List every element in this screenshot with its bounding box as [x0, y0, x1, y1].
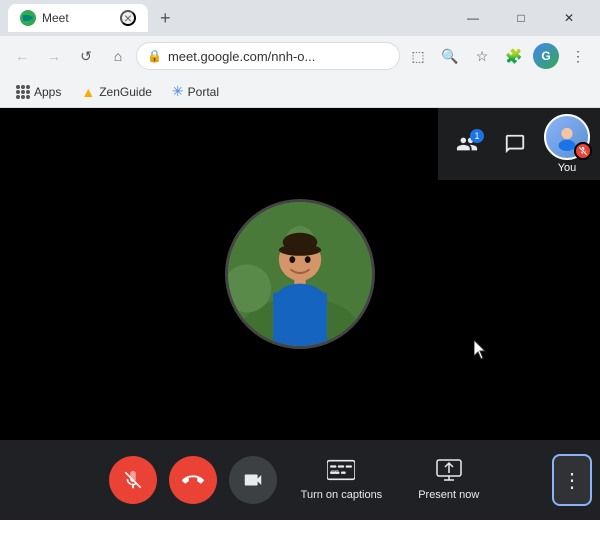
forward-button[interactable]: →	[40, 42, 68, 70]
participants-badge: 1	[470, 129, 484, 143]
bookmarks-bar: Apps ▲ ZenGuide ✳ Portal	[0, 76, 600, 108]
you-muted-icon	[574, 142, 592, 160]
camera-icon	[242, 469, 264, 491]
camera-button[interactable]	[229, 456, 277, 504]
zenguide-icon: ▲	[81, 84, 95, 100]
url-text: meet.google.com/nnh-o...	[168, 49, 389, 64]
new-tab-button[interactable]: +	[156, 8, 175, 29]
home-button[interactable]: ⌂	[104, 42, 132, 70]
window-controls: — □ ✕	[450, 4, 592, 32]
bookmark-zenguide[interactable]: ▲ ZenGuide	[73, 80, 160, 104]
tab-label: Meet	[42, 11, 114, 25]
bookmark-apps[interactable]: Apps	[8, 80, 69, 104]
profile-button[interactable]: G	[532, 42, 560, 70]
you-tile: You	[544, 114, 590, 174]
chrome-menu-button[interactable]: ⋮	[564, 42, 592, 70]
control-bar: CC Turn on captions Present now ⋮	[0, 440, 600, 520]
apps-grid-icon	[16, 85, 30, 99]
back-button[interactable]: ←	[8, 42, 36, 70]
hangup-icon	[182, 469, 204, 491]
extensions-icon-button[interactable]: 🧩	[500, 42, 528, 70]
minimize-button[interactable]: —	[450, 4, 496, 32]
profile-avatar: G	[533, 43, 559, 69]
participants-button[interactable]: 1	[448, 127, 486, 161]
mute-button[interactable]	[109, 456, 157, 504]
nav-bar: ← → ↺ ⌂ 🔒 meet.google.com/nnh-o... ⬚ 🔍 ☆…	[0, 36, 600, 76]
star-icon-button[interactable]: ☆	[468, 42, 496, 70]
cast-icon-button[interactable]: ⬚	[404, 42, 432, 70]
captions-icon: CC	[327, 459, 355, 487]
apps-label: Apps	[34, 85, 61, 99]
chat-button[interactable]	[496, 127, 534, 161]
present-label: Present now	[418, 489, 479, 501]
lock-icon: 🔒	[147, 49, 162, 63]
avatar-inner	[228, 202, 372, 346]
svg-text:CC: CC	[331, 470, 339, 476]
meet-video-area: 1	[0, 108, 600, 440]
reload-button[interactable]: ↺	[72, 42, 100, 70]
captions-button[interactable]: CC Turn on captions	[289, 455, 395, 505]
meet-top-panel: 1	[438, 108, 600, 180]
tab-close-button[interactable]: ×	[120, 10, 136, 26]
present-icon	[436, 459, 462, 487]
more-icon: ⋮	[562, 468, 582, 493]
present-button[interactable]: Present now	[406, 455, 491, 505]
tab-favicon	[20, 10, 36, 26]
close-button[interactable]: ✕	[546, 4, 592, 32]
portal-label: Portal	[188, 85, 219, 99]
active-tab[interactable]: Meet ×	[8, 4, 148, 32]
you-avatar-wrapper	[544, 114, 590, 160]
captions-label: Turn on captions	[301, 489, 383, 501]
portal-icon: ✳	[172, 83, 184, 100]
zenguide-label: ZenGuide	[99, 85, 152, 99]
maximize-button[interactable]: □	[498, 4, 544, 32]
cursor	[474, 340, 490, 360]
you-label: You	[558, 162, 577, 174]
tab-bar: Meet × +	[8, 4, 175, 32]
bookmark-portal[interactable]: ✳ Portal	[164, 80, 227, 104]
title-bar: Meet × + — □ ✕	[0, 0, 600, 36]
zoom-icon-button[interactable]: 🔍	[436, 42, 464, 70]
microphone-off-icon	[578, 146, 588, 156]
chat-icon	[504, 133, 526, 155]
more-options-button[interactable]: ⋮	[552, 454, 592, 506]
participant-image	[228, 202, 372, 346]
microphone-off-icon	[122, 469, 144, 491]
nav-icons: ⬚ 🔍 ☆ 🧩 G ⋮	[404, 42, 592, 70]
address-bar[interactable]: 🔒 meet.google.com/nnh-o...	[136, 42, 400, 70]
hangup-button[interactable]	[169, 456, 217, 504]
center-participant-avatar	[225, 199, 375, 349]
